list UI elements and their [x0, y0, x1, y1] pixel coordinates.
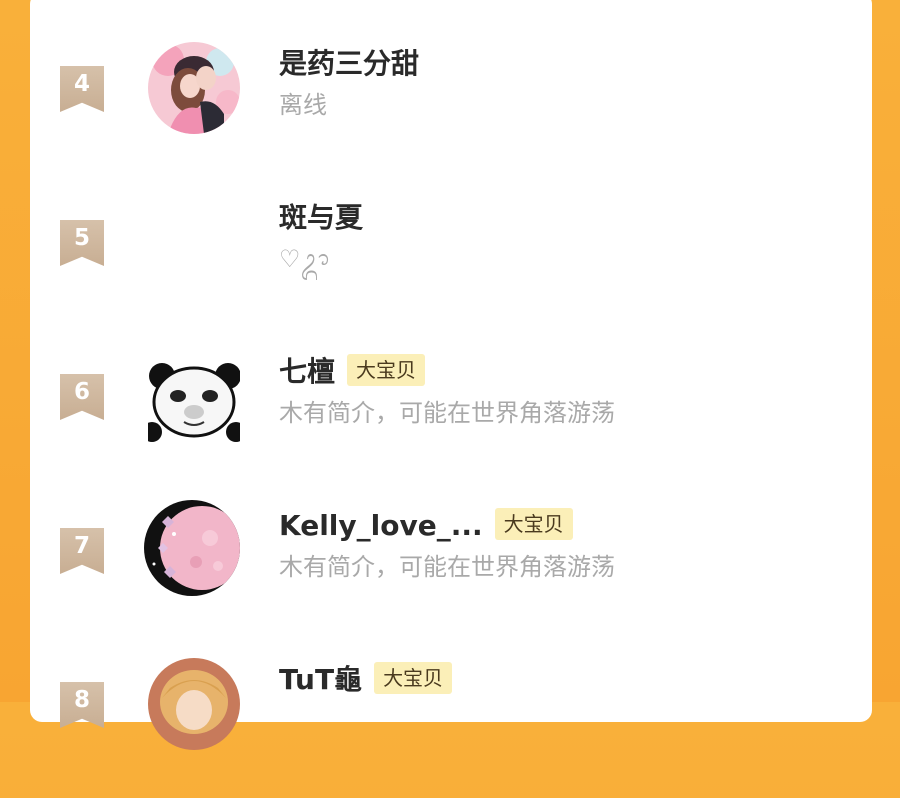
leaderboard-row[interactable]: 8 TuT龜 大宝贝: [30, 648, 872, 798]
user-status: ♡ᬊ: [279, 245, 330, 273]
leaderboard-row[interactable]: 5 斑与夏 ♡ᬊ: [30, 186, 872, 336]
user-name[interactable]: Kelly_love_... 大宝贝: [279, 506, 573, 546]
leaderboard-card: 4 是药三分甜 离线 5 斑与夏 ♡ᬊ 6 七檀 大宝贝 木有简介，可能在世界角…: [30, 0, 872, 750]
rank-badge: 4: [60, 66, 104, 112]
user-status: 木有简介，可能在世界角落游荡: [279, 399, 615, 427]
panda-meme-avatar[interactable]: [148, 350, 240, 442]
user-name[interactable]: TuT龜 大宝贝: [279, 660, 453, 700]
leaderboard-row[interactable]: 7 Kelly_love_... 大宝贝 木有简介，可能在世界角落游荡: [30, 494, 872, 644]
user-name-text: TuT龜: [279, 663, 363, 696]
user-name-text: 斑与夏: [279, 201, 364, 234]
user-name[interactable]: 斑与夏: [279, 198, 363, 238]
rank-badge: 6: [60, 374, 104, 420]
user-name-text: 是药三分甜: [279, 47, 420, 80]
couple-illustration-avatar[interactable]: [148, 42, 240, 134]
user-name-text: Kelly_love_...: [279, 509, 483, 542]
user-status: 木有简介，可能在世界角落游荡: [279, 553, 615, 581]
pink-moon-avatar[interactable]: [144, 500, 240, 596]
user-name[interactable]: 七檀 大宝贝: [279, 352, 426, 392]
user-status: 离线: [279, 91, 327, 119]
user-name[interactable]: 是药三分甜: [279, 44, 419, 84]
rank-badge: 5: [60, 220, 104, 266]
rank-badge: 8: [60, 682, 104, 728]
leaderboard-row[interactable]: 4 是药三分甜 离线: [30, 32, 872, 182]
leaderboard-row[interactable]: 6 七檀 大宝贝 木有简介，可能在世界角落游荡: [30, 340, 872, 490]
vip-tag: 大宝贝: [494, 508, 573, 540]
vip-tag: 大宝贝: [347, 354, 426, 386]
blank-avatar[interactable]: [148, 196, 240, 288]
anime-girl-avatar[interactable]: [148, 658, 240, 750]
user-name-text: 七檀: [279, 355, 336, 388]
rank-badge: 7: [60, 528, 104, 574]
vip-tag: 大宝贝: [374, 662, 453, 694]
